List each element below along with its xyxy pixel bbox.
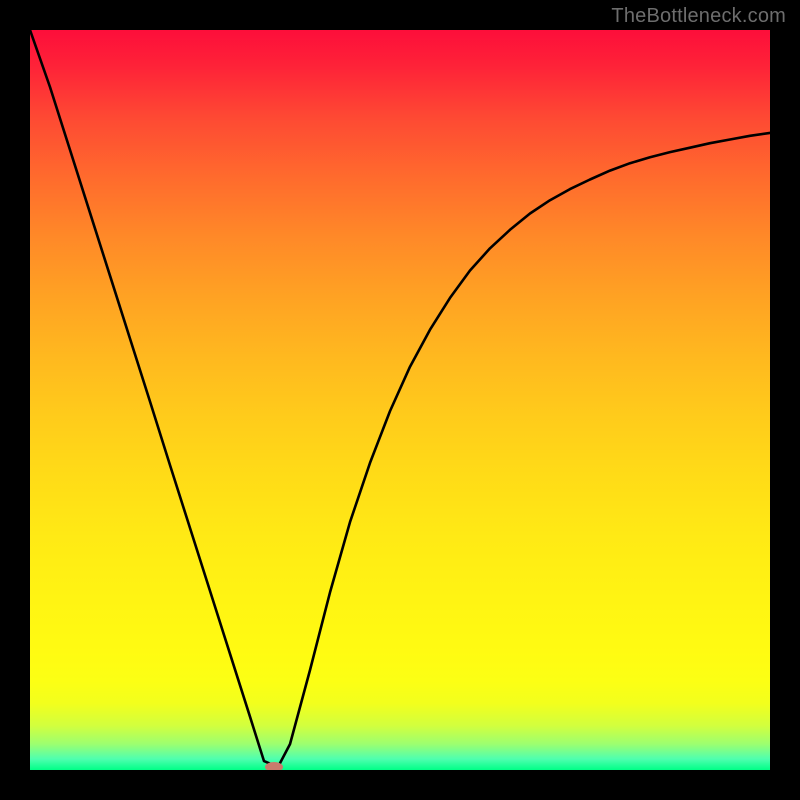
chart-canvas: TheBottleneck.com: [0, 0, 800, 800]
watermark-text: TheBottleneck.com: [611, 5, 786, 28]
optimum-marker-icon: [265, 762, 283, 770]
gradient-background: [30, 30, 770, 770]
plot-area: [30, 30, 770, 770]
